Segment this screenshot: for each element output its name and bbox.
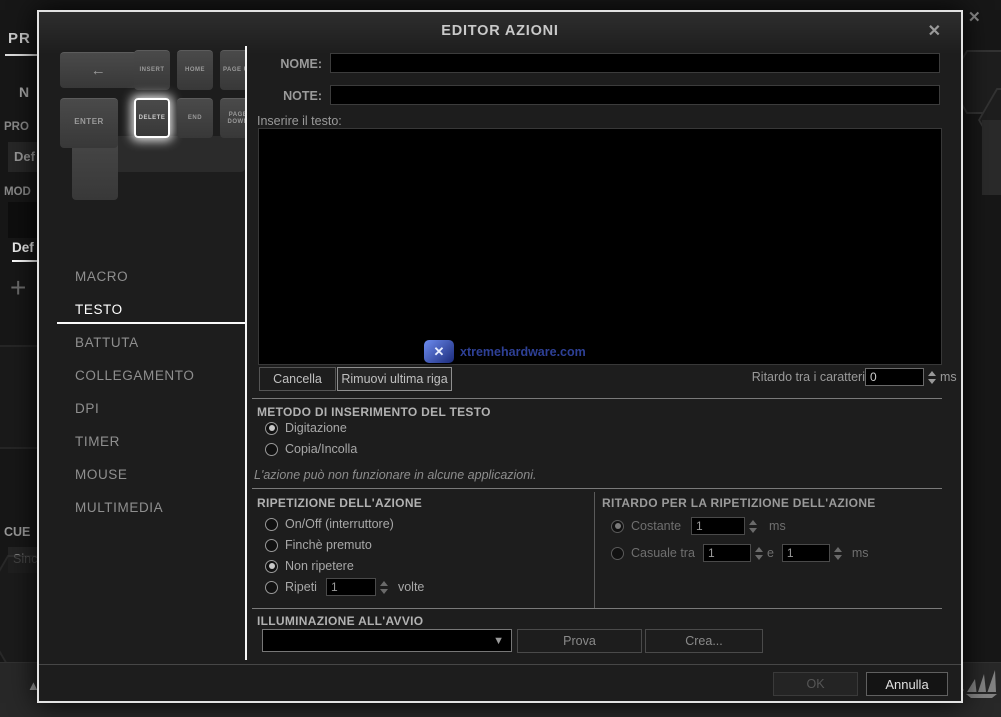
method-warning-note: L'azione può non funzionare in alcune ap…	[254, 468, 536, 482]
radio-ripeti-label: Ripeti	[285, 580, 317, 594]
create-button[interactable]: Crea...	[645, 629, 763, 653]
bg-right-panel-edge	[982, 120, 1001, 195]
notes-label: NOTE:	[219, 89, 322, 103]
random-conjunction: e	[767, 546, 774, 560]
radio-finche-premuto[interactable]	[265, 539, 278, 552]
spinner-arrows[interactable]	[834, 547, 842, 560]
char-delay-input[interactable]	[865, 368, 924, 386]
lighting-dropdown[interactable]: ▼	[262, 629, 512, 652]
bg-cue-label: CUE	[4, 525, 30, 539]
radio-non-ripetere-label: Non ripetere	[285, 559, 354, 573]
radio-copia-incolla-label: Copia/Incolla	[285, 442, 357, 456]
section-divider	[252, 608, 942, 609]
section-divider	[252, 398, 942, 399]
random-delay-min-input[interactable]	[703, 544, 751, 562]
constant-delay-unit: ms	[769, 519, 786, 533]
bg-tab-underline	[5, 54, 38, 56]
footer-divider	[39, 664, 961, 665]
char-delay-group: Ritardo tra i caratteri ms	[679, 368, 957, 386]
bg-profile-label: PRO	[4, 121, 29, 133]
method-section-title: METODO DI INSERIMENTO DEL TESTO	[257, 405, 491, 419]
bg-item-n: N	[19, 84, 29, 100]
random-delay-unit: ms	[852, 546, 869, 560]
radio-onoff[interactable]	[265, 518, 278, 531]
radio-ripeti[interactable]	[265, 581, 278, 594]
repeat-count-input[interactable]	[326, 578, 376, 596]
radio-onoff-label: On/Off (interruttore)	[285, 517, 394, 531]
radio-costante-label: Costante	[631, 519, 681, 533]
corsair-logo-icon	[964, 668, 998, 704]
spinner-arrows[interactable]	[749, 520, 757, 533]
repeat-section-title: RIPETIZIONE DELL'AZIONE	[257, 496, 422, 510]
name-label: NOME:	[219, 57, 322, 71]
bg-profile-value[interactable]: Def	[8, 142, 38, 172]
column-divider	[594, 492, 595, 608]
section-divider	[252, 488, 942, 489]
radio-finche-premuto-label: Finchè premuto	[285, 538, 372, 552]
notes-input[interactable]	[330, 85, 940, 105]
repeat-delay-section-title: RITARDO PER LA RIPETIZIONE DELL'AZIONE	[602, 496, 876, 510]
radio-digitazione[interactable]	[265, 422, 278, 435]
random-delay-max-input[interactable]	[782, 544, 830, 562]
app-close-icon[interactable]: ✕	[968, 8, 981, 26]
remove-last-line-button[interactable]: Rimuovi ultima riga	[337, 367, 452, 391]
name-input[interactable]	[330, 53, 940, 73]
radio-costante[interactable]	[611, 520, 624, 533]
radio-casuale[interactable]	[611, 547, 624, 560]
plus-icon[interactable]: +	[10, 272, 26, 304]
radio-non-ripetere[interactable]	[265, 560, 278, 573]
cancel-button[interactable]: Annulla	[866, 672, 948, 696]
spinner-arrows[interactable]	[755, 547, 763, 560]
text-entry-area[interactable]	[258, 128, 942, 365]
spinner-arrows[interactable]	[928, 371, 936, 384]
bg-mode-value[interactable]: Def	[12, 240, 34, 255]
bg-profiles-tab[interactable]: PR	[8, 30, 31, 47]
bg-mode-thumbnail	[8, 202, 38, 238]
bg-mode-underline	[12, 260, 38, 262]
clear-button[interactable]: Cancella	[259, 367, 336, 391]
radio-copia-incolla[interactable]	[265, 443, 278, 456]
chevron-down-icon: ▼	[493, 635, 504, 647]
editor-content: NOME: NOTE: Inserire il testo: ✕ xtremeh…	[39, 12, 961, 701]
insert-text-label: Inserire il testo:	[257, 114, 342, 128]
test-button[interactable]: Prova	[517, 629, 642, 653]
bg-mode-label: MOD	[4, 186, 31, 198]
spinner-arrows[interactable]	[380, 581, 388, 594]
ok-button[interactable]: OK	[773, 672, 858, 696]
radio-digitazione-label: Digitazione	[285, 421, 347, 435]
char-delay-label: Ritardo tra i caratteri	[679, 370, 865, 384]
action-editor-dialog: EDITOR AZIONI ✕ ← ENTER INSERT HOME PAGE…	[37, 10, 963, 703]
lighting-section-title: ILLUMINAZIONE ALL'AVVIO	[257, 614, 423, 628]
radio-casuale-label: Casuale tra	[631, 546, 695, 560]
char-delay-unit: ms	[940, 370, 957, 384]
repeat-suffix: volte	[398, 580, 424, 594]
constant-delay-input[interactable]	[691, 517, 745, 535]
